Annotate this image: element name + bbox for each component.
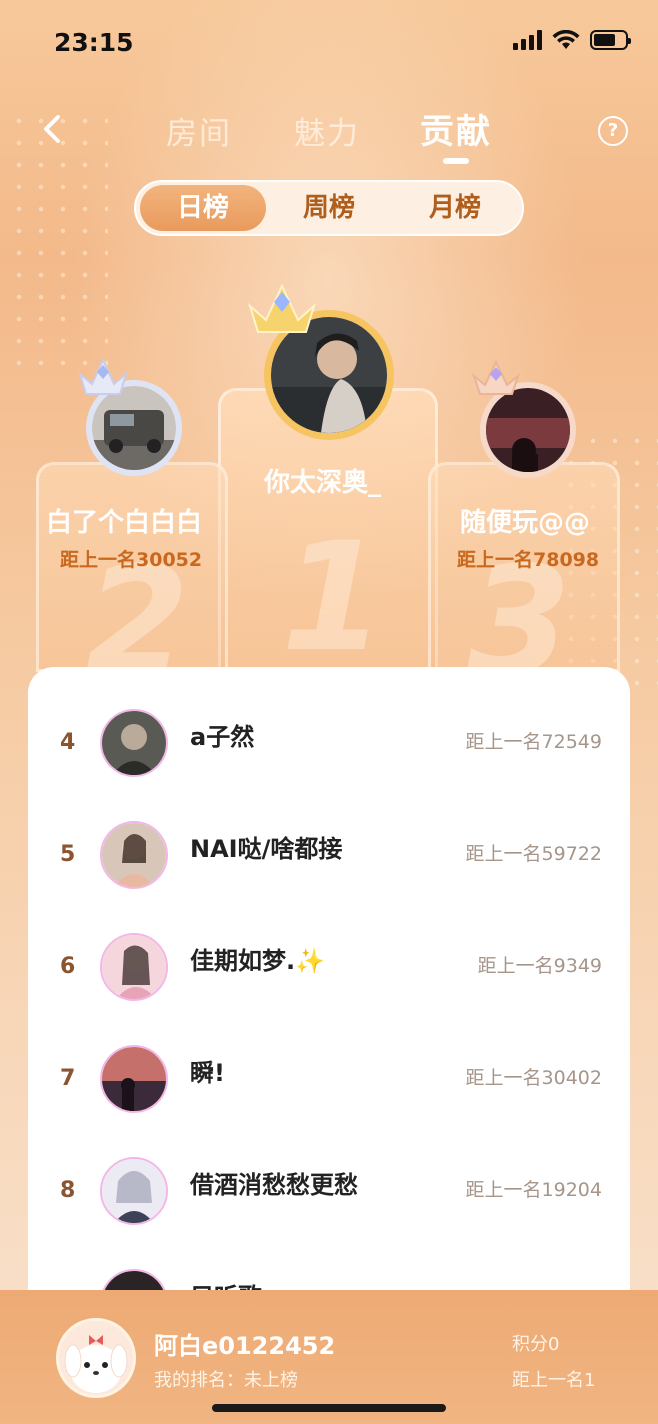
podium-rank-number: 1 (281, 511, 386, 685)
list-name: 佳期如梦.✨ (190, 947, 325, 975)
list-item[interactable]: 6 佳期如梦.✨ 距上一名9349 (28, 911, 630, 1023)
list-item[interactable]: 4 a子然 距上一名72549 (28, 687, 630, 799)
my-distance: 距上一名1 (512, 1370, 596, 1391)
avatar-image (486, 388, 570, 472)
silver-crown-icon (78, 357, 128, 395)
bronze-crown-icon (471, 359, 521, 395)
ranking-list: 4 a子然 距上一名72549 5 NAI哒/啥都接 距上一名59722 6 佳… (28, 667, 630, 1367)
avatar (100, 1157, 168, 1225)
third-distance: 距上一名78098 (457, 549, 600, 571)
list-item[interactable]: 7 瞬! 距上一名30402 (28, 1023, 630, 1135)
third-name: 随便玩@@ (460, 508, 591, 538)
list-distance: 距上一名72549 (465, 731, 602, 753)
list-item[interactable]: 8 借酒消愁愁更愁 距上一名19204 (28, 1135, 630, 1247)
second-name: 白了个白白白 (46, 508, 203, 538)
home-indicator[interactable] (212, 1404, 446, 1412)
signal-icon (513, 30, 542, 50)
list-name: 借酒消愁愁更愁 (190, 1171, 358, 1199)
avatar (100, 821, 168, 889)
period-segmented-control: 日榜 周榜 月榜 (134, 180, 524, 236)
tab-daily[interactable]: 日榜 (140, 185, 266, 231)
tab-contribution[interactable]: 贡献 (420, 104, 492, 153)
list-distance: 距上一名9349 (477, 955, 602, 977)
my-avatar[interactable] (56, 1318, 136, 1398)
status-icons (513, 30, 631, 50)
list-distance: 距上一名19204 (465, 1179, 602, 1201)
list-rank: 4 (60, 730, 76, 755)
avatar-image (59, 1321, 133, 1395)
status-time: 23:15 (54, 28, 134, 57)
top-tabs: 房间 魅力 贡献 (0, 104, 658, 164)
list-distance: 距上一名59722 (465, 843, 602, 865)
status-bar: 23:15 (0, 0, 658, 86)
tab-monthly[interactable]: 月榜 (392, 185, 518, 231)
active-tab-indicator (443, 158, 469, 164)
my-rank-text: 我的排名：未上榜 (154, 1370, 298, 1391)
avatar (100, 709, 168, 777)
avatar (100, 933, 168, 1001)
list-name: NAI哒/啥都接 (190, 835, 343, 863)
my-name: 阿白e0122452 (154, 1332, 336, 1360)
list-name: 瞬! (190, 1059, 225, 1087)
list-name: a子然 (190, 723, 255, 751)
tab-weekly[interactable]: 周榜 (266, 185, 392, 231)
tab-charm[interactable]: 魅力 (294, 108, 360, 153)
avatar-image (92, 386, 176, 470)
list-distance: 距上一名30402 (465, 1067, 602, 1089)
list-rank: 6 (60, 954, 76, 979)
help-button[interactable]: ? (598, 116, 628, 146)
tab-room[interactable]: 房间 (166, 108, 232, 153)
battery-icon (590, 30, 631, 50)
first-name: 你太深奥_ (264, 468, 382, 498)
wifi-icon (552, 30, 580, 49)
list-rank: 7 (60, 1066, 76, 1091)
list-rank: 5 (60, 842, 76, 867)
second-distance: 距上一名30052 (60, 549, 203, 571)
third-avatar[interactable] (480, 382, 576, 478)
gold-crown-icon (248, 283, 316, 333)
my-score: 积分0 (512, 1334, 560, 1355)
list-rank: 8 (60, 1178, 76, 1203)
avatar (100, 1045, 168, 1113)
list-item[interactable]: 5 NAI哒/啥都接 距上一名59722 (28, 799, 630, 911)
